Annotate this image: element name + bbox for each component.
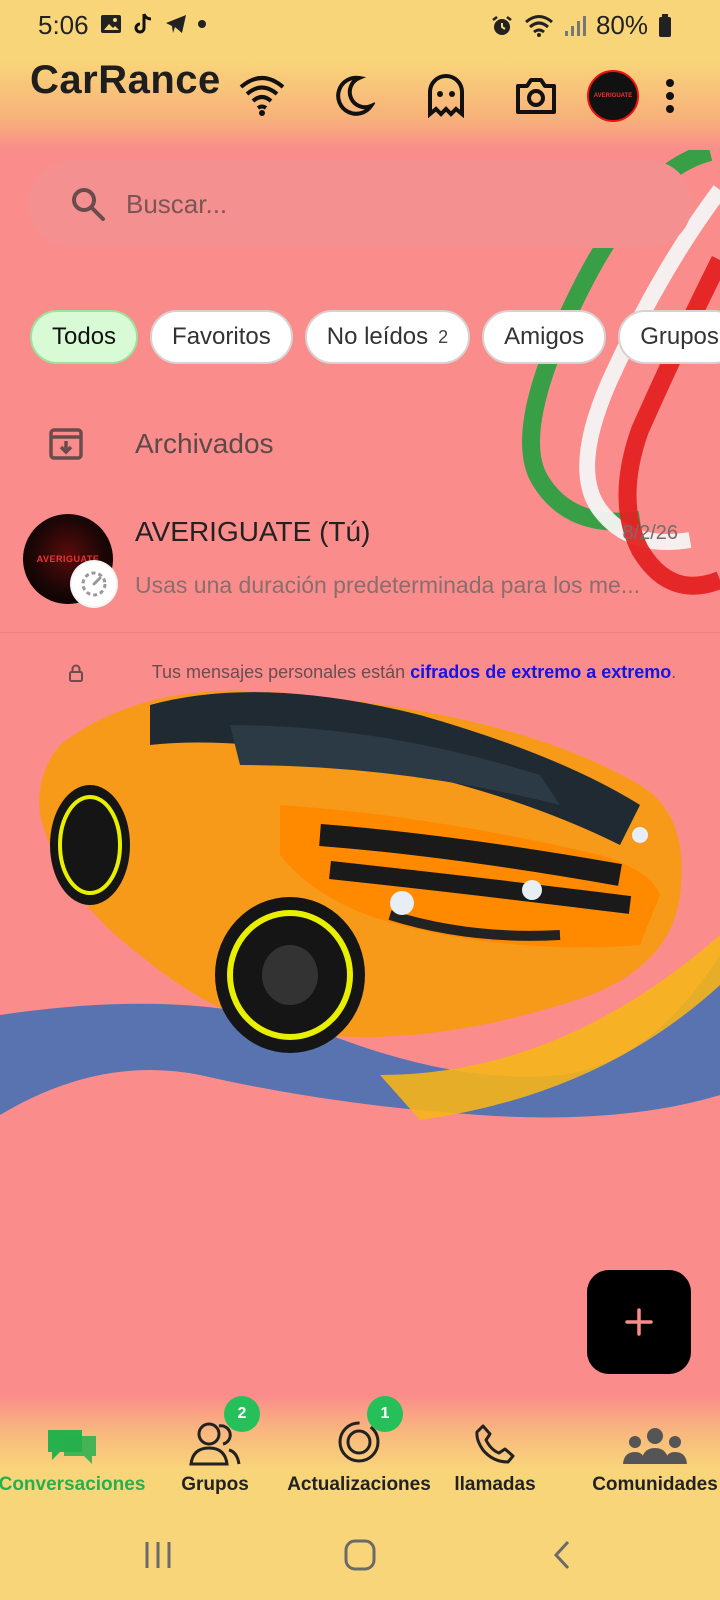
gallery-icon bbox=[101, 15, 121, 33]
communities-icon bbox=[623, 1428, 687, 1464]
wifi-icon[interactable] bbox=[236, 70, 288, 122]
chip-label: Grupos bbox=[640, 323, 719, 350]
chip-todos[interactable]: Todos bbox=[30, 310, 139, 364]
car-illustration bbox=[0, 690, 720, 1120]
chip-no-leidos[interactable]: No leídos 2 bbox=[304, 310, 471, 364]
signal-icon bbox=[564, 15, 586, 36]
back-icon[interactable] bbox=[532, 1530, 592, 1580]
chip-label: Amigos bbox=[504, 323, 585, 350]
nav-icon-wrap: 1 bbox=[284, 1396, 434, 1466]
nav-label: llamadas bbox=[454, 1474, 536, 1495]
telegram-icon bbox=[166, 15, 186, 33]
chip-count: 2 bbox=[438, 326, 449, 347]
chip-favoritos[interactable]: Favoritos bbox=[150, 310, 293, 364]
chat-name: AVERIGUATE (Tú) bbox=[135, 516, 371, 547]
nav-actualizaciones[interactable]: 1 Actualizaciones bbox=[284, 1396, 434, 1496]
status-time: 5:06 bbox=[38, 10, 89, 40]
encryption-link[interactable]: cifrados de extremo a extremo bbox=[410, 662, 671, 682]
nav-comunidades[interactable]: Comunidades bbox=[580, 1408, 720, 1496]
profile-avatar-text: AVERIGUATE bbox=[593, 93, 633, 99]
status-bar: 5:06 80% bbox=[0, 0, 720, 52]
phone-icon bbox=[475, 1424, 515, 1464]
recent-apps-icon[interactable] bbox=[128, 1530, 188, 1580]
nav-conversaciones[interactable]: Conversaciones bbox=[0, 1408, 147, 1496]
nav-label: Grupos bbox=[181, 1474, 249, 1495]
archive-icon bbox=[49, 428, 83, 460]
disappearing-timer-icon bbox=[72, 562, 116, 606]
encryption-period: . bbox=[671, 662, 677, 682]
archived-row[interactable]: Archivados bbox=[0, 410, 720, 480]
search-bar[interactable]: Buscar... bbox=[28, 160, 692, 248]
nav-icon-wrap: 2 bbox=[140, 1396, 290, 1466]
chip-label: Todos bbox=[52, 323, 117, 350]
nav-grupos[interactable]: 2 Grupos bbox=[140, 1396, 290, 1496]
nav-badge: 1 bbox=[367, 1396, 403, 1432]
wifi-status-icon bbox=[524, 14, 553, 37]
encryption-text: Tus mensajes personales están cifrados d… bbox=[134, 660, 694, 684]
nav-icon-wrap bbox=[580, 1408, 720, 1466]
search-icon bbox=[72, 188, 105, 221]
nav-badge: 2 bbox=[224, 1396, 260, 1432]
chip-grupos[interactable]: Grupos bbox=[618, 310, 720, 364]
chat-preview: Usas una duración predeterminada para lo… bbox=[135, 572, 641, 598]
camera-icon[interactable] bbox=[510, 70, 562, 122]
screen: 5:06 80% CarRance AVERIGUATE Buscar... T… bbox=[0, 0, 720, 1600]
dark-mode-moon-icon[interactable] bbox=[327, 70, 379, 122]
filter-chips: Todos Favoritos No leídos 2 Amigos Grupos bbox=[30, 310, 720, 364]
alarm-icon bbox=[492, 15, 512, 35]
plus-icon bbox=[625, 1308, 653, 1336]
system-navigation bbox=[0, 1520, 720, 1590]
nav-llamadas[interactable]: llamadas bbox=[420, 1408, 570, 1496]
encryption-message: Tus mensajes personales están bbox=[151, 662, 411, 682]
battery-percent: 80% bbox=[595, 10, 648, 40]
archived-label: Archivados bbox=[135, 428, 274, 459]
chat-bubbles-icon bbox=[48, 1430, 96, 1464]
home-icon[interactable] bbox=[330, 1530, 390, 1580]
chip-label: Favoritos bbox=[172, 323, 271, 350]
nav-icon-wrap bbox=[0, 1408, 147, 1466]
chip-label: No leídos bbox=[326, 323, 429, 350]
divider bbox=[0, 632, 720, 633]
lock-icon bbox=[69, 664, 83, 682]
nav-label: Actualizaciones bbox=[287, 1474, 431, 1495]
nav-label: Comunidades bbox=[592, 1474, 718, 1495]
more-notifications-dot bbox=[198, 20, 206, 28]
status-right: 80% bbox=[490, 10, 672, 41]
battery-icon bbox=[659, 13, 671, 37]
notification-icons bbox=[100, 12, 206, 36]
tiktok-icon bbox=[134, 13, 152, 34]
ghost-icon[interactable] bbox=[420, 70, 472, 122]
nav-icon-wrap bbox=[420, 1408, 570, 1466]
search-placeholder: Buscar... bbox=[126, 188, 228, 219]
chip-amigos[interactable]: Amigos bbox=[482, 310, 607, 364]
nav-label: Conversaciones bbox=[0, 1474, 146, 1495]
chat-row[interactable]: AVERIGUATE AVERIGUATE (Tú) 8/2/26 Usas u… bbox=[0, 508, 720, 628]
bottom-navigation: Conversaciones 2 Grupos 1 Actualizacione… bbox=[0, 1396, 720, 1508]
more-options-icon[interactable] bbox=[652, 70, 688, 122]
profile-avatar[interactable]: AVERIGUATE bbox=[587, 70, 639, 122]
chat-date: 8/2/26 bbox=[622, 522, 678, 544]
new-chat-button[interactable] bbox=[587, 1270, 691, 1374]
app-bar: CarRance AVERIGUATE bbox=[0, 56, 720, 136]
app-title: CarRance bbox=[30, 58, 221, 102]
